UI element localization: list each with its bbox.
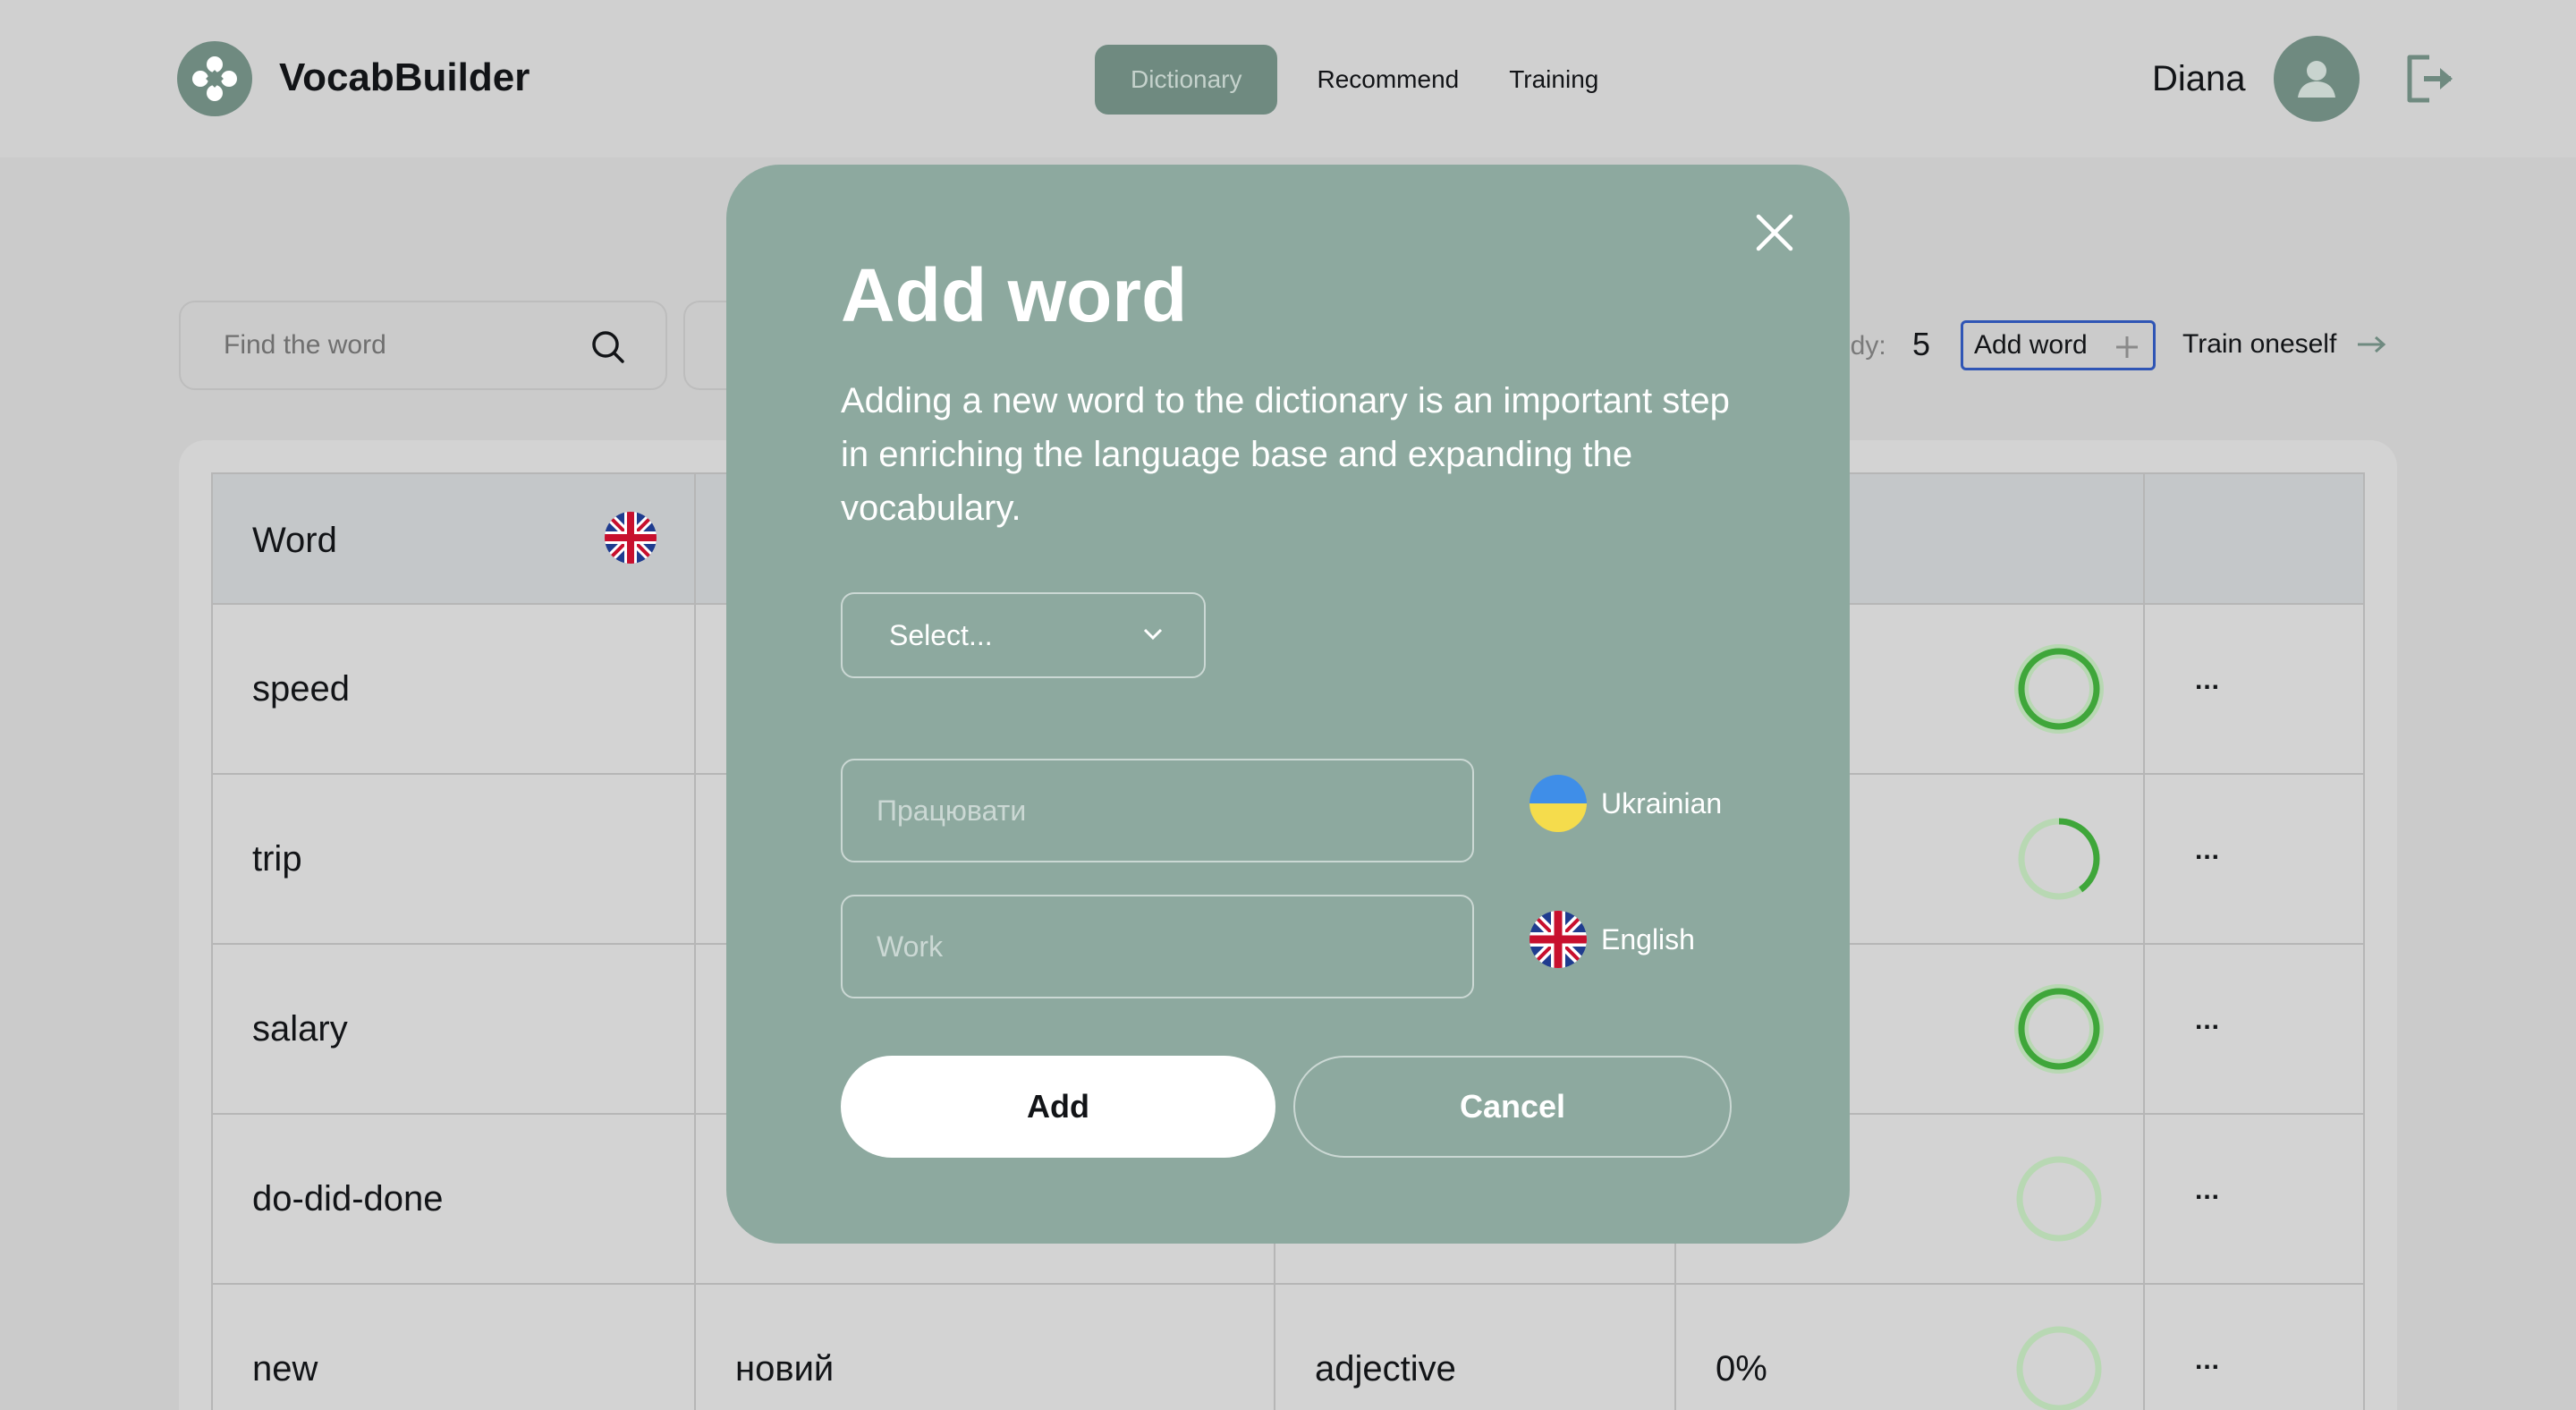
ukrainian-word-input[interactable]	[841, 759, 1474, 862]
ukrainian-label: Ukrainian	[1530, 775, 1722, 832]
modal-title: Add word	[841, 253, 1188, 337]
cancel-button[interactable]: Cancel	[1293, 1056, 1732, 1158]
close-icon[interactable]	[1751, 209, 1798, 256]
category-dropdown[interactable]: Select...	[841, 592, 1206, 678]
ukrainian-label-text: Ukrainian	[1601, 786, 1723, 820]
english-label-text: English	[1601, 922, 1695, 956]
ukraine-flag-icon	[1530, 775, 1587, 832]
english-label: English	[1530, 911, 1695, 968]
category-dropdown-value: Select...	[889, 618, 993, 651]
modal-description: Adding a new word to the dictionary is a…	[841, 381, 1730, 528]
english-word-input[interactable]	[841, 895, 1474, 998]
add-button[interactable]: Add	[841, 1056, 1275, 1158]
chevron-down-icon	[1143, 628, 1163, 641]
uk-flag-icon	[1530, 911, 1587, 968]
